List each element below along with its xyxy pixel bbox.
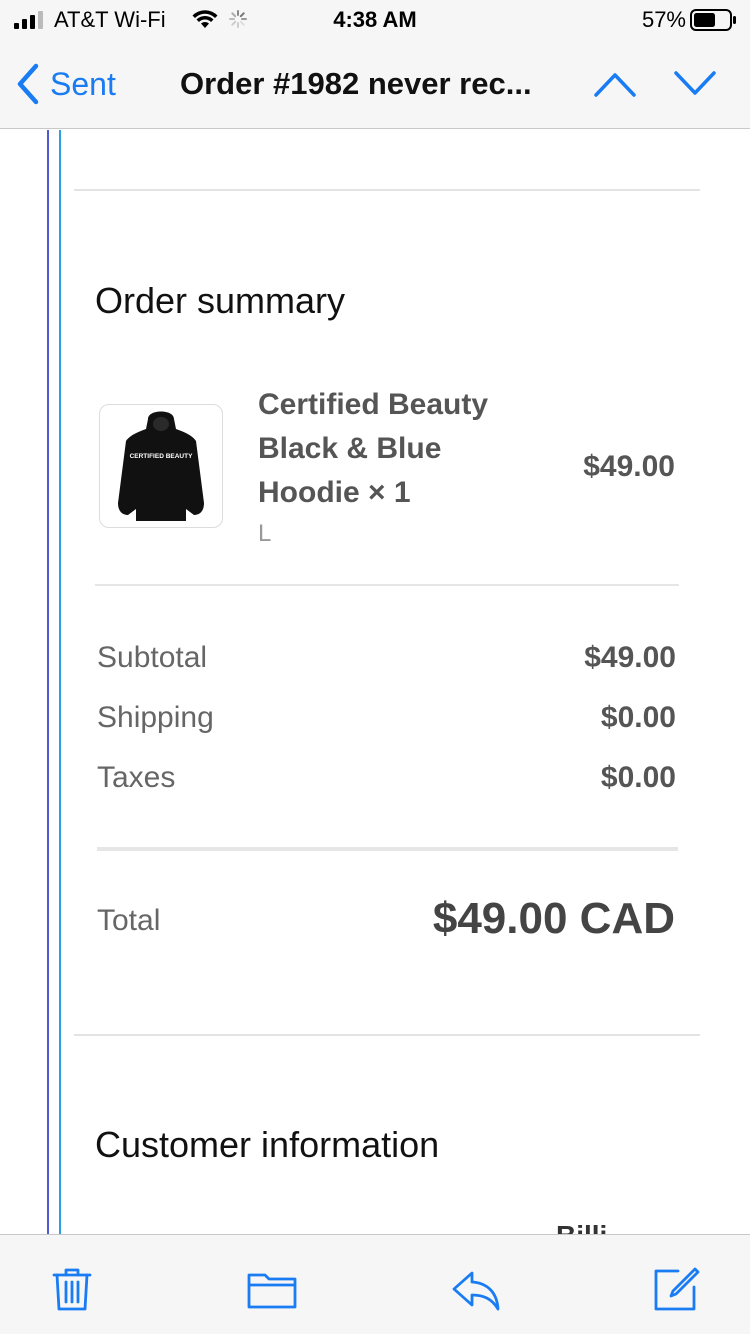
product-variant: L <box>258 520 272 547</box>
product-name: Certified Beauty Black & Blue Hoodie × 1 <box>258 388 489 509</box>
trash-icon <box>52 1268 92 1311</box>
divider <box>74 189 700 191</box>
product-price: $49.00 <box>583 450 675 483</box>
battery-icon <box>690 9 736 31</box>
taxes-value: $0.00 <box>600 761 676 794</box>
divider <box>97 847 678 851</box>
divider <box>95 584 679 586</box>
quote-bar <box>59 130 61 1234</box>
back-button-label: Sent <box>50 65 116 102</box>
compose-icon <box>654 1267 700 1311</box>
move-to-folder-button[interactable] <box>246 1263 298 1315</box>
billing-heading-partial: Billi <box>556 1220 607 1234</box>
subtotal-value: $49.00 <box>584 641 676 674</box>
chevron-left-icon <box>17 63 39 105</box>
shipping-label: Shipping <box>97 701 214 734</box>
previous-message-icon[interactable] <box>592 64 638 104</box>
quote-bar <box>47 130 49 1234</box>
email-body[interactable]: Order summary CERTIFIED BEAUTY Certified… <box>0 130 750 1234</box>
customer-information-heading: Customer information <box>95 1124 440 1165</box>
delete-button[interactable] <box>46 1263 98 1315</box>
hoodie-print-text: CERTIFIED BEAUTY <box>130 453 194 460</box>
divider <box>74 1034 700 1036</box>
bottom-toolbar <box>0 1234 750 1334</box>
status-bar: AT&T Wi-Fi 4:38 AM 57% <box>0 0 750 40</box>
status-time: 4:38 AM <box>333 7 417 32</box>
taxes-label: Taxes <box>97 761 176 794</box>
back-button[interactable]: Sent <box>14 62 116 106</box>
hoodie-icon: CERTIFIED BEAUTY <box>118 411 204 521</box>
reply-icon <box>452 1271 500 1311</box>
total-value: $49.00 CAD <box>432 894 675 943</box>
next-message-icon[interactable] <box>672 64 718 104</box>
email-subject-title: Order #1982 never rec... <box>180 66 532 101</box>
nav-bar: Sent Order #1982 never rec... <box>0 40 750 129</box>
compose-button[interactable] <box>650 1263 702 1315</box>
shipping-value: $0.00 <box>600 701 676 734</box>
total-label: Total <box>97 904 161 937</box>
folder-icon <box>247 1273 297 1309</box>
subtotal-label: Subtotal <box>97 641 208 674</box>
product-image[interactable]: CERTIFIED BEAUTY <box>99 404 223 528</box>
reply-button[interactable] <box>450 1263 502 1315</box>
order-summary-heading: Order summary <box>95 280 346 321</box>
battery-percentage: 57% <box>641 7 686 32</box>
